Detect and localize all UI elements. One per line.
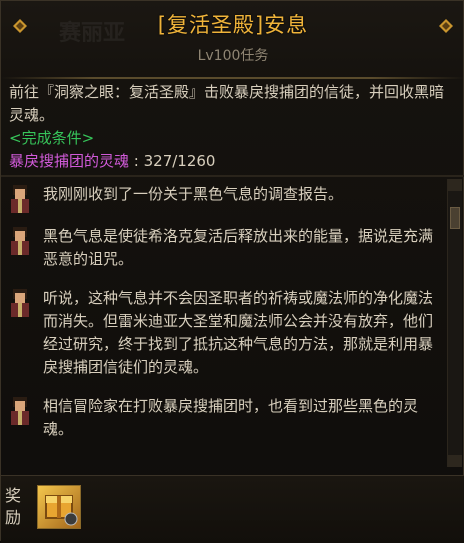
condition-label: <完成条件>: [9, 129, 95, 147]
condition-row: 暴戾搜捕团的灵魂 : 327/1260: [9, 150, 457, 173]
golden-box-icon[interactable]: [37, 485, 81, 529]
reward-label: 奖励: [5, 486, 22, 527]
quest-header: [复活圣殿]安息 Lv100任务: [1, 1, 464, 71]
npc-avatar: [7, 225, 33, 255]
quest-title: [复活圣殿]安息: [157, 13, 309, 37]
reward-item-graphic: [45, 495, 78, 526]
dialogue-text: 我刚刚收到了一份关于黑色气息的调查报告。: [43, 185, 344, 203]
scroll-thumb[interactable]: [450, 207, 460, 229]
quest-panel: 赛丽亚 [复活圣殿]安息 Lv100任务 前往『洞察之眼：复活圣殿』击败暴戾搜捕…: [0, 0, 464, 543]
npc-avatar: [7, 183, 33, 213]
quest-level: Lv100任务: [197, 48, 269, 64]
quest-description: 前往『洞察之眼：复活圣殿』击败暴戾搜捕团的信徒，并回收黑暗灵魂。 <完成条件> …: [9, 81, 457, 173]
condition-colon: :: [129, 152, 144, 170]
npc-avatar: [7, 287, 33, 317]
scroll-up-button[interactable]: [448, 179, 462, 191]
condition-name: 暴戾搜捕团的灵魂: [9, 152, 130, 170]
dialogue-text: 听说，这种气息并不会因圣职者的祈祷或魔法师的净化魔法而消失。但雷米迪亚大圣堂和魔…: [43, 289, 434, 376]
scroll-down-button[interactable]: [448, 455, 462, 467]
dialogue-list[interactable]: 我刚刚收到了一份关于黑色气息的调查报告。 黑色气息是使徒希洛克复活后释放出来的能…: [1, 177, 445, 469]
dialogue-text: 相信冒险家在打败暴戾搜捕团时，也看到过那些黑色的灵魂。: [43, 397, 419, 438]
npc-avatar: [7, 395, 33, 425]
dialogue-text: 黑色气息是使徒希洛克复活后释放出来的能量，据说是充满恶意的诅咒。: [43, 227, 434, 268]
dialogue-scrollbar[interactable]: [447, 179, 462, 467]
description-text: 前往『洞察之眼：复活圣殿』击败暴戾搜捕团的信徒，并回收黑暗灵魂。: [9, 83, 445, 124]
condition-progress: 327/1260: [143, 152, 216, 170]
header-divider: [1, 77, 464, 79]
